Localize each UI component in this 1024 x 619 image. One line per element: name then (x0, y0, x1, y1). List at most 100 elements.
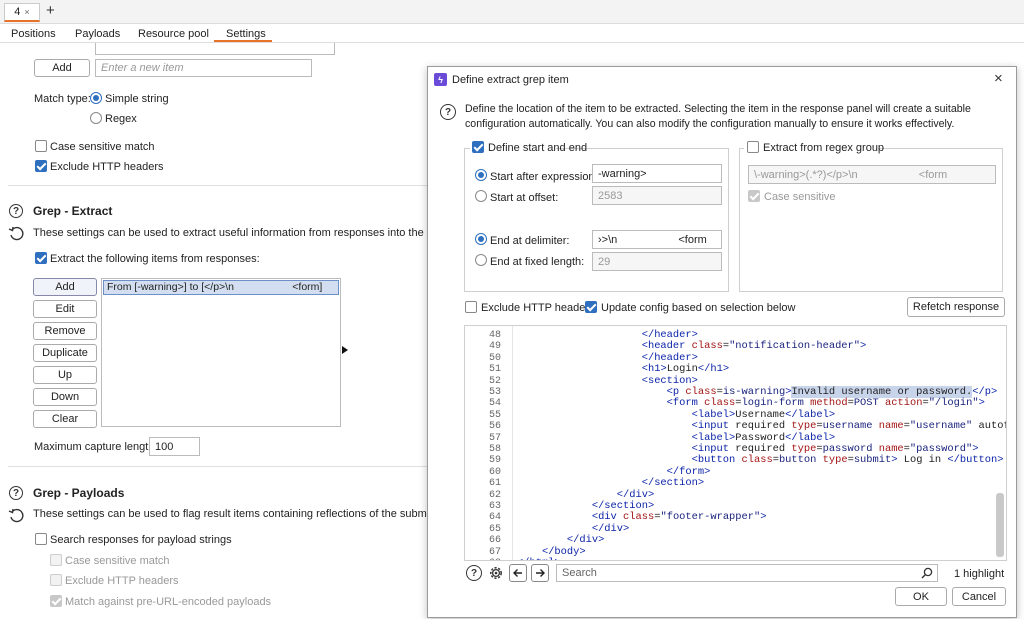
start-offset-input[interactable]: 2583 (592, 186, 722, 205)
previous-arrow-button[interactable] (509, 564, 527, 582)
attack-tab-label: 4 (14, 6, 21, 18)
start-after-input[interactable]: -warning> (592, 164, 722, 183)
search-payloads-checkbox[interactable] (35, 533, 47, 545)
extract-remove-button[interactable]: Remove (33, 322, 97, 340)
dialog-title: Define extract grep item (452, 74, 569, 86)
new-tab-button[interactable]: + (46, 2, 55, 19)
extract-duplicate-button[interactable]: Duplicate (33, 344, 97, 362)
end-delimiter-label: End at delimiter: (490, 235, 570, 247)
define-start-end-label: Define start and end (488, 142, 588, 154)
extract-add-button[interactable]: Add (33, 278, 97, 296)
line-number: 62 (488, 489, 501, 501)
extract-clear-button[interactable]: Clear (33, 410, 97, 428)
add-item-button[interactable]: Add (34, 59, 90, 77)
tab-resource-pool[interactable]: Resource pool (138, 28, 209, 40)
line-number: 57 (488, 432, 501, 444)
regex-radio[interactable] (90, 112, 102, 124)
extract-grep-dialog: ϟ Define extract grep item × ? Define th… (427, 66, 1017, 618)
regex-group-label: Extract from regex group (763, 142, 885, 154)
list-box-remnant (95, 43, 335, 55)
regex-case-checkbox[interactable] (748, 190, 760, 202)
start-offset-radio[interactable] (475, 190, 487, 202)
code-line: </html> (517, 557, 561, 560)
end-delimiter-radio[interactable] (475, 233, 487, 245)
gutter-divider (512, 326, 513, 560)
gp-case-sensitive-checkbox[interactable] (50, 554, 62, 566)
max-capture-input[interactable]: 100 (149, 437, 200, 456)
next-arrow-button[interactable] (531, 564, 549, 582)
code-line: </section> (641, 477, 705, 490)
end-fixed-radio[interactable] (475, 254, 487, 266)
simple-string-label: Simple string (105, 93, 169, 105)
extract-edit-button[interactable]: Edit (33, 300, 97, 318)
line-number: 49 (488, 341, 501, 353)
max-capture-label: Maximum capture length: (34, 441, 158, 453)
regex-input[interactable]: \-warning>(.*?)</p>\n <form (748, 165, 996, 184)
refetch-response-button[interactable]: Refetch response (907, 297, 1005, 317)
help-icon[interactable]: ? (440, 104, 456, 120)
list-item[interactable]: From [-warning>] to [</p>\n <form] (103, 280, 339, 295)
line-number: 52 (488, 375, 501, 387)
extract-items-checkbox[interactable] (35, 252, 47, 264)
simple-string-radio[interactable] (90, 92, 102, 104)
tab-settings[interactable]: Settings (226, 28, 266, 40)
tab-positions[interactable]: Positions (11, 28, 56, 40)
line-number: 58 (488, 444, 501, 455)
gp-exclude-headers-checkbox[interactable] (50, 574, 62, 586)
top-tab-bar (0, 0, 1024, 24)
ok-button[interactable]: OK (895, 587, 947, 606)
line-number: 54 (488, 398, 501, 410)
case-sensitive-checkbox[interactable] (35, 140, 47, 152)
gp-exclude-headers-label: Exclude HTTP headers (65, 575, 179, 587)
search-placeholder: Search (562, 567, 597, 579)
search-input[interactable]: Search (556, 564, 938, 582)
expand-arrow-icon[interactable] (342, 346, 348, 354)
app-icon: ϟ (434, 73, 447, 86)
line-number: 53 (488, 387, 501, 398)
cancel-button[interactable]: Cancel (952, 587, 1006, 606)
line-number: 67 (488, 546, 501, 558)
extract-items-label: Extract the following items from respons… (50, 253, 260, 265)
grep-extract-title: Grep - Extract (33, 204, 113, 218)
define-start-end-checkbox[interactable] (472, 141, 484, 153)
gear-icon[interactable] (487, 564, 505, 582)
gp-match-pre-url-checkbox[interactable] (50, 595, 62, 607)
regex-group-checkbox[interactable] (747, 141, 759, 153)
help-icon[interactable]: ? (9, 204, 23, 218)
dialog-exclude-headers-label: Exclude HTTP headers (481, 302, 595, 314)
extract-up-button[interactable]: Up (33, 366, 97, 384)
update-config-checkbox[interactable] (585, 301, 597, 313)
line-number: 68 (465, 558, 501, 560)
editor-scrollbar[interactable] (996, 493, 1004, 557)
response-editor[interactable]: 48 </header> 49 <header class="notificati… (464, 325, 1007, 561)
start-offset-label: Start at offset: (490, 192, 559, 204)
attack-tab[interactable]: 4 × (4, 3, 40, 22)
end-fixed-input[interactable]: 29 (592, 252, 722, 271)
update-config-label: Update config based on selection below (601, 302, 796, 314)
line-number: 56 (488, 421, 501, 433)
regex-case-label: Case sensitive (764, 191, 836, 203)
dialog-description: Define the location of the item to be ex… (465, 103, 971, 130)
reset-icon[interactable] (8, 226, 24, 242)
highlight-count: 1 highlight (954, 568, 1005, 580)
dialog-exclude-headers-checkbox[interactable] (465, 301, 477, 313)
search-icon[interactable] (921, 567, 933, 579)
help-icon[interactable]: ? (466, 565, 482, 581)
tab-payloads[interactable]: Payloads (75, 28, 120, 40)
line-number: 48 (488, 330, 501, 341)
case-sensitive-label: Case sensitive match (50, 141, 155, 153)
extract-items-list[interactable]: From [-warning>] to [</p>\n <form] (101, 278, 341, 427)
code-line: <input required type=username name="user… (691, 420, 1006, 433)
line-number: 63 (488, 501, 501, 512)
close-icon[interactable]: × (994, 70, 1003, 87)
new-item-input[interactable]: Enter a new item (95, 59, 312, 77)
start-after-radio[interactable] (475, 169, 487, 181)
regex-label: Regex (105, 113, 137, 125)
help-icon-2[interactable]: ? (9, 486, 23, 500)
exclude-headers-checkbox[interactable] (35, 160, 47, 172)
close-icon[interactable]: × (24, 7, 29, 17)
end-fixed-label: End at fixed length: (490, 256, 585, 268)
end-delimiter-input[interactable]: ›>\n <form (592, 230, 722, 249)
reset-icon-2[interactable] (8, 508, 24, 524)
extract-down-button[interactable]: Down (33, 388, 97, 406)
